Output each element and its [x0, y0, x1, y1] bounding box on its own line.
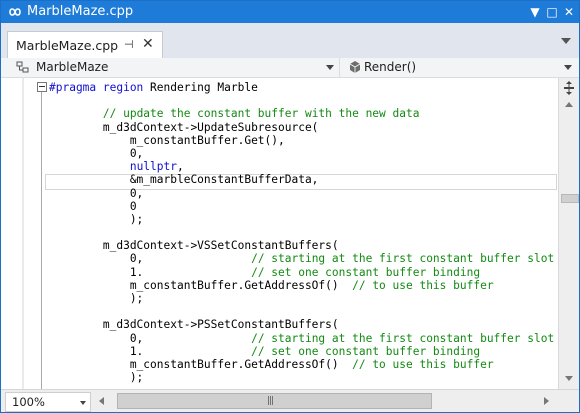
code-token: 0 [49, 199, 137, 213]
member-dropdown-value: Render() [364, 60, 417, 74]
vertical-scrollbar[interactable] [558, 78, 579, 389]
scroll-left-arrow-icon[interactable] [99, 397, 104, 405]
code-comment: // set one constant buffer binding [251, 344, 481, 358]
code-line[interactable]: m_constantBuffer.GetAddressOf() // to us… [49, 279, 554, 292]
class-dropdown-value: MarbleMaze [36, 60, 109, 74]
maximize-button[interactable]: □ [544, 4, 560, 20]
code-line[interactable]: ); [49, 213, 554, 226]
code-line[interactable]: 0, [49, 187, 554, 200]
code-comment: // starting at the first constant buffer… [251, 252, 555, 266]
code-comment: // update the constant buffer with the n… [102, 107, 420, 121]
code-token: 0, [49, 252, 252, 266]
code-line[interactable]: m_d3dContext->VSSetConstantBuffers( [49, 239, 554, 252]
code-line[interactable]: &m_marbleConstantBufferData, [49, 173, 554, 186]
class-dropdown[interactable]: MarbleMaze [1, 58, 340, 77]
code-comment: // set one constant buffer binding [251, 265, 481, 279]
code-token: m_constantBuffer.Get(), [49, 133, 285, 147]
code-token: , [176, 160, 184, 174]
zoom-dropdown[interactable]: 100% [5, 392, 91, 412]
scroll-down-arrow-icon[interactable] [565, 376, 573, 381]
code-line[interactable]: // update the constant buffer with the n… [49, 107, 554, 120]
code-token: m_d3dContext->UpdateSubresource( [49, 120, 319, 134]
code-token: 1. [49, 265, 252, 279]
code-token: m_constantBuffer.GetAddressOf() [49, 357, 353, 371]
document-tab-strip: MarbleMaze.cpp ⊣ ✕ [1, 23, 579, 59]
code-token: ); [49, 212, 144, 226]
code-token: 0, [49, 146, 144, 160]
outline-guide-line [41, 91, 42, 389]
selection-margin [22, 78, 24, 389]
code-line[interactable]: m_constantBuffer.Get(), [49, 134, 554, 147]
code-token: 0, [49, 186, 144, 200]
code-comment: // to use this buffer [352, 357, 494, 371]
tab-list-dropdown-icon[interactable] [561, 37, 571, 45]
code-line[interactable] [49, 226, 554, 239]
chevron-down-icon [326, 65, 334, 70]
window-title: MarbleMaze.cpp [27, 4, 134, 19]
chevron-down-icon [80, 401, 86, 405]
close-window-button[interactable]: ✕ [561, 4, 577, 20]
code-line[interactable]: 0, // starting at the first constant buf… [49, 332, 554, 345]
code-token: m_constantBuffer.GetAddressOf() [49, 278, 353, 292]
code-token: ); [49, 292, 144, 305]
code-line[interactable]: m_d3dContext->PSSetConstantBuffers( [49, 318, 554, 331]
code-token: m_d3dContext->PSSetConstantBuffers( [49, 318, 339, 332]
tab-marblemaze-cpp[interactable]: MarbleMaze.cpp ⊣ ✕ [7, 31, 163, 59]
code-comment: // to use this buffer [352, 278, 494, 292]
code-token: &m_marbleConstantBufferData, [49, 173, 319, 187]
code-text[interactable]: #pragma region Rendering Marble // updat… [49, 81, 554, 384]
zoom-level: 100% [12, 395, 45, 409]
code-line[interactable]: 0, [49, 147, 554, 160]
member-dropdown[interactable]: Render() [340, 58, 579, 77]
code-keyword: #pragma region [49, 81, 144, 94]
class-icon [16, 61, 29, 73]
code-line[interactable]: ); [49, 371, 554, 384]
editor-window: MarbleMaze.cpp ▼ □ ✕ MarbleMaze.cpp ⊣ ✕ … [0, 0, 580, 413]
code-line[interactable]: ); [49, 292, 554, 305]
code-line[interactable]: 0 [49, 200, 554, 213]
code-line[interactable]: nullptr, [49, 160, 554, 173]
code-token: ); [49, 371, 144, 385]
code-token: 0, [49, 331, 252, 345]
code-editor[interactable]: #pragma region Rendering Marble // updat… [1, 78, 558, 389]
split-handle-icon[interactable] [563, 81, 575, 95]
code-line[interactable]: m_d3dContext->UpdateSubresource( [49, 121, 554, 134]
code-line[interactable]: 0, // starting at the first constant buf… [49, 252, 554, 265]
grip-icon: ||| [267, 396, 274, 406]
vertical-scroll-thumb[interactable] [561, 194, 579, 203]
code-token: 1. [49, 344, 252, 358]
code-token: Rendering Marble [143, 81, 258, 94]
infinity-icon [9, 8, 21, 16]
code-line[interactable] [49, 305, 554, 318]
title-bar[interactable]: MarbleMaze.cpp ▼ □ ✕ [1, 1, 579, 23]
chevron-down-icon [564, 65, 572, 70]
code-line[interactable]: 1. // set one constant buffer binding [49, 266, 554, 279]
tab-label: MarbleMaze.cpp [16, 38, 119, 53]
bottom-bar: 100% ||| [1, 389, 579, 412]
code-line[interactable]: m_constantBuffer.GetAddressOf() // to us… [49, 358, 554, 371]
window-dropdown-button[interactable]: ▼ [527, 4, 543, 20]
pin-icon[interactable]: ⊣ [124, 38, 134, 51]
close-tab-icon[interactable]: ✕ [142, 36, 154, 52]
method-icon [349, 61, 361, 73]
code-line[interactable] [49, 94, 554, 107]
code-line[interactable]: #pragma region Rendering Marble [49, 81, 554, 94]
code-keyword: nullptr [129, 160, 177, 174]
navigation-bar: MarbleMaze Render() [1, 58, 579, 78]
code-token: m_d3dContext->VSSetConstantBuffers( [49, 239, 339, 253]
collapse-region-icon[interactable] [37, 82, 47, 92]
scroll-up-arrow-icon[interactable] [565, 102, 573, 107]
horizontal-scroll-thumb[interactable]: ||| [117, 393, 432, 409]
code-line[interactable]: 1. // set one constant buffer binding [49, 345, 554, 358]
code-comment: // starting at the first constant buffer… [251, 331, 555, 345]
scroll-right-arrow-icon[interactable] [544, 397, 549, 405]
